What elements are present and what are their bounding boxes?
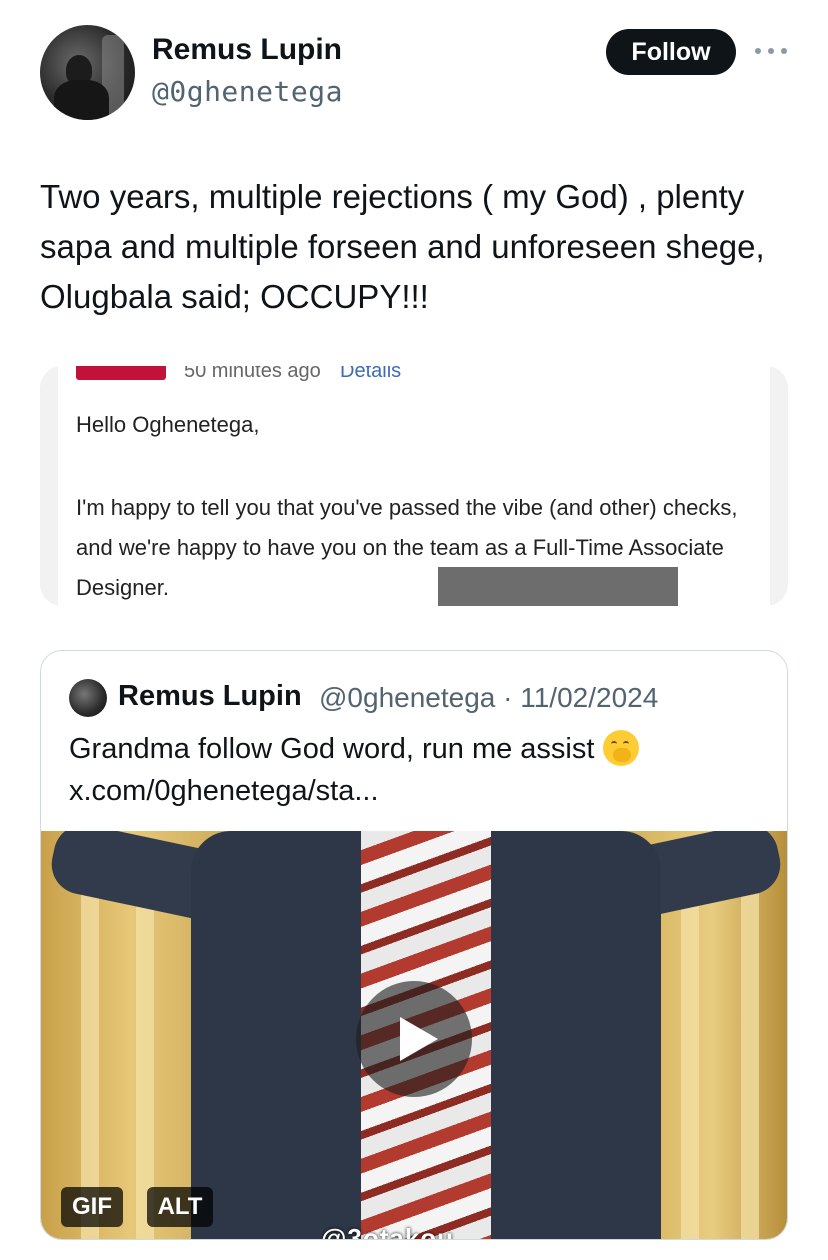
alt-badge[interactable]: ALT [147, 1187, 213, 1227]
email-header-bar [76, 366, 166, 380]
media-watermark: @3otakou [321, 1223, 455, 1239]
redacted-block [438, 567, 678, 606]
quoted-text: Grandma follow God word, run me assist [69, 733, 595, 765]
quoted-author-avatar [69, 679, 107, 717]
quoted-tweet-text: Grandma follow God word, run me assist [69, 729, 769, 769]
gif-badge: GIF [61, 1187, 123, 1227]
email-time: 50 minutes ago [184, 366, 321, 382]
more-options-icon[interactable] [755, 38, 787, 64]
quoted-author-name: Remus Lupin [118, 680, 302, 712]
play-icon [400, 1017, 438, 1061]
email-screenshot-image[interactable]: 50 minutes ago Details Hello Oghenetega,… [40, 366, 788, 606]
follow-button[interactable]: Follow [606, 29, 736, 75]
quoted-link[interactable]: x.com/0ghenetega/sta... [69, 775, 379, 808]
play-button[interactable] [356, 981, 472, 1097]
face-with-hand-over-mouth-icon [602, 730, 639, 766]
author-handle[interactable]: @0ghenetega [152, 75, 343, 108]
gif-media[interactable]: GIF ALT @3otakou [41, 831, 787, 1239]
tweet-text: Two years, multiple rejections ( my God)… [40, 178, 765, 315]
author-name[interactable]: Remus Lupin [152, 33, 342, 67]
quoted-tweet[interactable]: Remus Lupin @0ghenetega · 11/02/2024 Gra… [40, 650, 788, 1240]
email-greeting: Hello Oghenetega, [76, 412, 260, 437]
author-avatar[interactable] [40, 25, 135, 120]
email-details-link: Details [340, 366, 402, 382]
quoted-handle-date: @0ghenetega · 11/02/2024 [319, 682, 659, 713]
